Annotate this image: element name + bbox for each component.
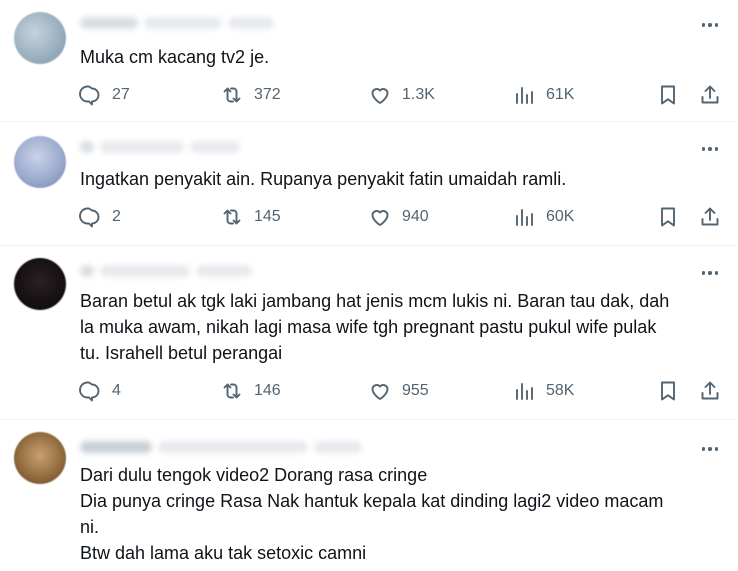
like-button[interactable]: 955 [368,378,429,404]
bookmark-button[interactable] [656,82,680,108]
view-count: 61K [546,86,575,103]
bookmark-icon [661,85,675,105]
reply-button[interactable]: 27 [78,82,130,108]
views-icon [516,383,533,400]
retweet-button[interactable]: 372 [220,82,281,108]
tweet-4[interactable]: Dari dulu tengok video2 Dorang rasa crin… [0,420,738,571]
reply-count: 4 [112,382,121,399]
tweet-header [80,14,274,32]
like-count: 940 [402,208,429,225]
share-icon [701,381,719,400]
reply-feed: Muka cm kacang tv2 je. 27 372 1.3K 61K I… [0,0,738,571]
views-icon [516,87,533,104]
retweet-count: 372 [254,86,281,103]
tweet-header [80,262,252,280]
tweet-text: Baran betul ak tgk laki jambang hat jeni… [80,291,670,363]
avatar[interactable] [14,136,66,188]
avatar[interactable] [14,432,66,484]
share-button[interactable] [698,82,722,108]
avatar[interactable] [14,258,66,310]
tweet-text: Dari dulu tengok video2 Dorang rasa crin… [80,465,664,563]
views-button[interactable]: 61K [512,82,574,108]
reply-icon [79,85,100,106]
tweet-2[interactable]: Ingatkan penyakit ain. Rupanya penyakit … [0,122,738,246]
tweet-header [80,438,362,456]
share-icon [701,85,719,104]
views-icon [516,209,533,226]
more-options-icon[interactable] [698,264,722,282]
reply-count: 2 [112,208,121,225]
bookmark-icon [661,381,675,401]
tweet-1[interactable]: Muka cm kacang tv2 je. 27 372 1.3K 61K [0,0,738,122]
retweet-icon [223,87,241,103]
reply-icon [79,381,100,402]
more-options-icon[interactable] [698,16,722,34]
tweet-header [80,138,240,156]
tweet-actions: 4 146 955 58K [78,378,728,404]
like-button[interactable]: 1.3K [368,82,435,108]
view-count: 58K [546,382,575,399]
tweet-text: Ingatkan penyakit ain. Rupanya penyakit … [80,169,567,189]
like-icon [371,384,389,400]
like-button[interactable]: 940 [368,204,429,230]
view-count: 60K [546,208,575,225]
views-button[interactable]: 58K [512,378,574,404]
more-options-icon[interactable] [698,440,722,458]
more-options-icon[interactable] [698,140,722,158]
like-icon [371,88,389,104]
retweet-button[interactable]: 146 [220,378,281,404]
tweet-actions: 2 145 940 60K [78,204,728,230]
share-button[interactable] [698,378,722,404]
views-button[interactable]: 60K [512,204,574,230]
reply-button[interactable]: 4 [78,378,121,404]
retweet-count: 146 [254,382,281,399]
avatar[interactable] [14,12,66,64]
reply-button[interactable]: 2 [78,204,121,230]
like-count: 955 [402,382,429,399]
like-count: 1.3K [402,86,435,103]
like-icon [371,210,389,226]
retweet-icon [223,209,241,225]
tweet-text: Muka cm kacang tv2 je. [80,47,270,67]
retweet-count: 145 [254,208,281,225]
reply-count: 27 [112,86,130,103]
tweet-3[interactable]: Baran betul ak tgk laki jambang hat jeni… [0,246,738,420]
bookmark-button[interactable] [656,378,680,404]
bookmark-button[interactable] [656,204,680,230]
reply-icon [79,207,100,228]
share-icon [701,207,719,226]
bookmark-icon [661,207,675,227]
tweet-actions: 27 372 1.3K 61K [78,82,728,108]
retweet-button[interactable]: 145 [220,204,281,230]
retweet-icon [223,383,241,399]
share-button[interactable] [698,204,722,230]
